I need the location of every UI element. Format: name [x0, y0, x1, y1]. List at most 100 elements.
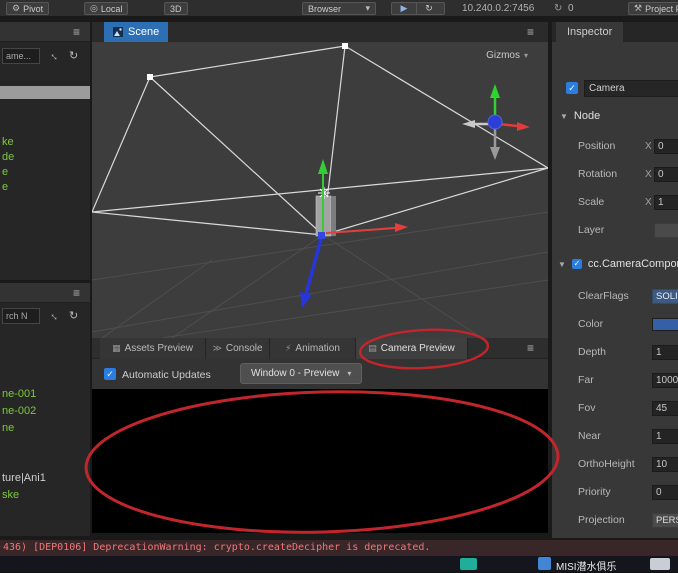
view-gizmo-left-arrow[interactable]: [462, 120, 475, 128]
near-input[interactable]: [652, 429, 678, 444]
position-x-input[interactable]: [654, 139, 678, 154]
assets-search-input[interactable]: [2, 308, 40, 324]
tab-console[interactable]: ≫ Console: [206, 338, 270, 359]
scene-tab-icon: [113, 27, 123, 37]
tree-node[interactable]: e: [2, 165, 90, 180]
project-settings-button[interactable]: ⚒ Project F: [628, 2, 678, 15]
panel-menu-icon[interactable]: ≡: [73, 286, 80, 300]
tab-assets-preview[interactable]: ▦ Assets Preview: [100, 338, 206, 359]
expand-panel-icon[interactable]: ↔: [47, 308, 63, 324]
property-label: Depth: [578, 346, 607, 358]
far-input[interactable]: [652, 373, 678, 388]
view-gizmo-center-sphere[interactable]: [487, 114, 503, 130]
console-status-bar[interactable]: 436) [DEP0106] DeprecationWarning: crypt…: [0, 540, 678, 556]
tab-camera-preview[interactable]: ▤ Camera Preview: [356, 338, 468, 359]
pivot-button-label: Pivot: [23, 3, 44, 14]
depth-input[interactable]: [652, 345, 678, 360]
view-orientation-gizmo[interactable]: [462, 84, 530, 160]
refresh-icon[interactable]: ↻: [69, 50, 78, 62]
window-select-dropdown[interactable]: Window 0 - Preview ▾: [240, 363, 363, 384]
address-refresh-icon[interactable]: ↻: [554, 3, 562, 14]
layer-dropdown[interactable]: [654, 223, 678, 238]
gizmo-origin-handle[interactable]: [318, 232, 325, 239]
gizmo-y-axis-arrow[interactable]: [318, 159, 328, 174]
node-name-row: ✓: [552, 80, 678, 98]
asset-item[interactable]: ne-002: [2, 403, 90, 420]
property-row-layer: Layer: [552, 222, 678, 239]
property-label: Projection: [578, 514, 625, 526]
expand-panel-icon[interactable]: ↔: [47, 48, 63, 64]
tab-scene[interactable]: Scene: [104, 22, 169, 42]
gizmos-dropdown-label: Gizmos: [486, 50, 520, 61]
view-gizmo-down-arrow[interactable]: [490, 147, 500, 160]
tree-node[interactable]: ke: [2, 135, 90, 150]
chevron-down-icon: ▾: [347, 369, 352, 378]
local-axis-icon: ◎: [90, 3, 98, 13]
check-icon: ✓: [106, 368, 114, 379]
tab-inspector[interactable]: Inspector: [556, 22, 624, 42]
scale-x-input[interactable]: [654, 195, 678, 210]
hierarchy-panel-header: ≡: [0, 22, 90, 42]
assets-search-row: ↔ ↻: [2, 308, 78, 324]
rotation-x-input[interactable]: [654, 167, 678, 182]
connection-count: 0: [568, 3, 574, 14]
view-gizmo-up-arrow[interactable]: [490, 84, 500, 98]
browser-dropdown[interactable]: Browser ▾: [302, 2, 376, 15]
browser-dropdown-label: Browser: [308, 3, 342, 14]
taskbar-chat-app-icon[interactable]: [538, 557, 551, 570]
gizmo-x-axis-arrow[interactable]: [395, 223, 408, 232]
pivot-button[interactable]: ⚙ Pivot: [6, 2, 50, 15]
orthoheight-input[interactable]: [652, 457, 678, 472]
view-gizmo-right-arrow[interactable]: [517, 122, 530, 131]
property-row-scale: Scale X: [552, 194, 678, 211]
gizmo-z-axis-arrow[interactable]: [300, 292, 312, 308]
hierarchy-search-input[interactable]: [2, 48, 40, 64]
taskbar-chat-label[interactable]: MISI潜水俱乐: [556, 558, 617, 573]
reload-icon[interactable]: ↻: [417, 3, 441, 14]
node-name-input[interactable]: [584, 80, 678, 97]
property-label: Fov: [578, 402, 596, 414]
component-enabled-checkbox[interactable]: ✓: [571, 259, 582, 269]
play-icon[interactable]: ▶: [392, 3, 416, 14]
taskbar-tray-icon[interactable]: [650, 558, 670, 570]
projection-dropdown[interactable]: PERSPECTIVE: [652, 513, 678, 528]
priority-input[interactable]: [652, 485, 678, 500]
scene-tab-label: Scene: [128, 26, 160, 38]
asset-item[interactable]: ne-001: [2, 386, 90, 403]
asset-item[interactable]: ture|Ani1: [2, 470, 90, 487]
camera-node-box[interactable]: [315, 195, 336, 237]
tab-animation[interactable]: ⚡ Animation: [270, 338, 356, 359]
color-swatch[interactable]: [652, 318, 678, 331]
camera-preview-viewport[interactable]: [92, 389, 548, 533]
property-label: OrthoHeight: [578, 458, 635, 470]
3d-toggle-button[interactable]: 3D: [164, 2, 188, 15]
tree-node[interactable]: de: [2, 150, 90, 165]
check-icon: ✓: [568, 82, 576, 93]
clearflags-dropdown[interactable]: SOLID_COLOR: [652, 289, 678, 304]
asset-item[interactable]: ne: [2, 420, 90, 437]
scene-viewport[interactable]: Gizmos ▾: [92, 42, 548, 338]
component-header[interactable]: ▼ ✓ cc.CameraComponent: [558, 258, 678, 270]
node-section-header[interactable]: ▼ Node: [560, 110, 600, 122]
property-row-color: Color: [552, 316, 678, 333]
node-active-checkbox[interactable]: ✓: [566, 82, 578, 94]
os-taskbar: MISI潜水俱乐: [0, 556, 678, 573]
fov-input[interactable]: [652, 401, 678, 416]
automatic-updates-checkbox[interactable]: ✓: [104, 368, 116, 380]
hierarchy-selected-row[interactable]: [0, 86, 90, 99]
refresh-icon[interactable]: ↻: [69, 310, 78, 322]
tab-animation-label: Animation: [295, 343, 340, 354]
play-split-button[interactable]: ▶ ↻: [391, 2, 445, 15]
tree-node[interactable]: e: [2, 180, 90, 195]
panel-menu-icon[interactable]: ≡: [73, 25, 80, 39]
gizmos-dropdown[interactable]: Gizmos ▾: [486, 50, 528, 61]
taskbar-app-icon[interactable]: [460, 558, 477, 570]
panel-menu-icon[interactable]: ≡: [527, 25, 534, 39]
panel-menu-icon[interactable]: ≡: [527, 341, 534, 355]
local-button[interactable]: ◎ Local: [84, 2, 129, 15]
scene-viewport-canvas[interactable]: [92, 42, 548, 338]
preview-address: 10.240.0.2:7456: [462, 3, 535, 14]
property-row-projection: Projection PERSPECTIVE: [552, 512, 678, 529]
asset-item[interactable]: ske: [2, 487, 90, 504]
property-row-priority: Priority: [552, 484, 678, 501]
